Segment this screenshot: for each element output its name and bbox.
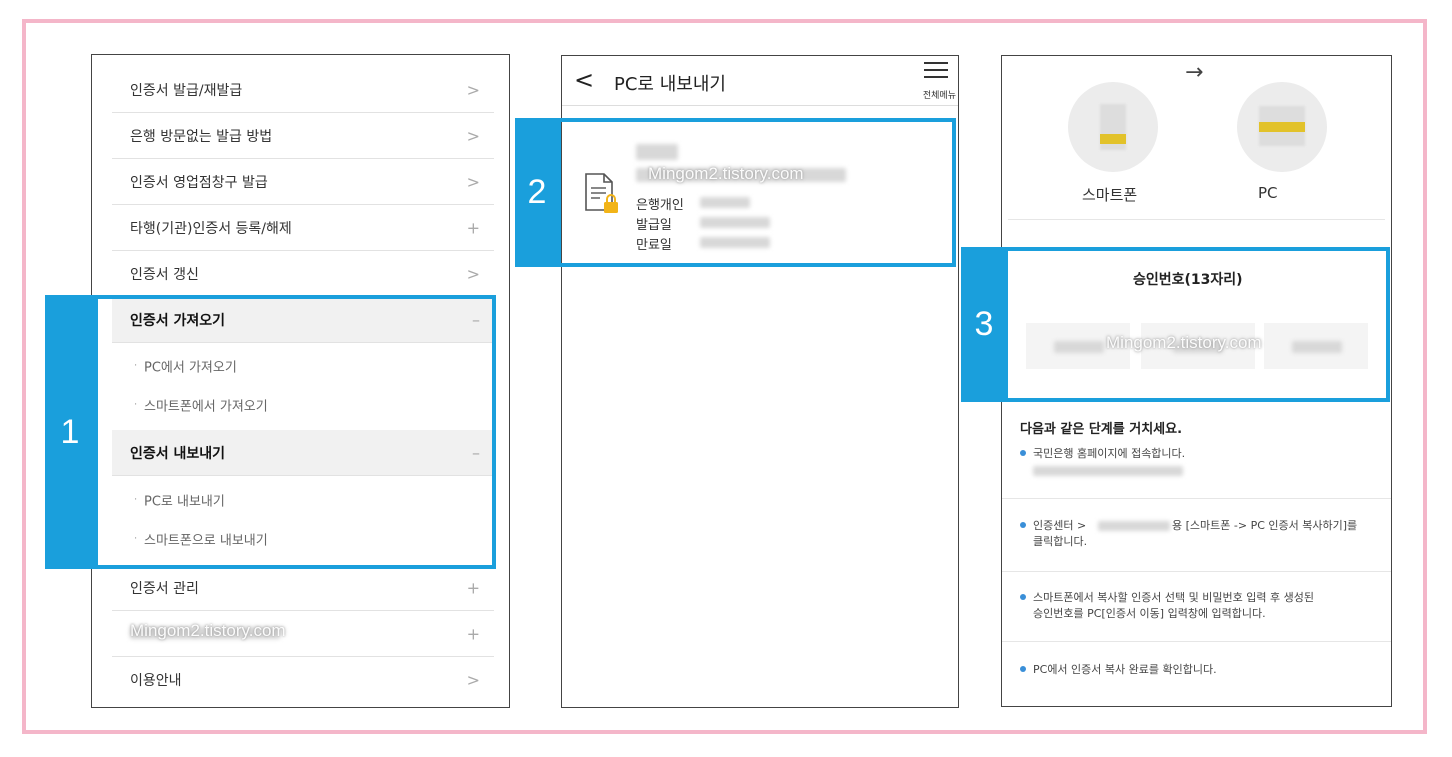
bullet-icon	[1020, 594, 1026, 600]
plus-icon: +	[466, 218, 480, 237]
highlight-box-2	[557, 118, 956, 267]
chevron-right-icon: >	[466, 80, 480, 99]
to-label: PC	[1258, 184, 1278, 202]
steps-title: 다음과 같은 단계를 거치세요.	[1020, 422, 1183, 437]
highlight-box-1	[94, 295, 496, 569]
chevron-right-icon: >	[466, 264, 480, 283]
watermark: Mingom2.tistory.com	[130, 621, 286, 640]
chevron-right-icon: >	[466, 172, 480, 191]
transfer-diagram	[1008, 62, 1385, 220]
arrow-right-icon: →	[1185, 60, 1204, 85]
menu-item-guide[interactable]: 이용안내 >	[112, 657, 494, 703]
header: < PC로 내보내기 전체메뉴	[562, 56, 958, 106]
bullet-icon	[1020, 522, 1026, 528]
smartphone-icon	[1068, 82, 1158, 172]
from-label: 스마트폰	[1082, 186, 1138, 204]
pc-icon	[1237, 82, 1327, 172]
plus-icon: +	[466, 624, 480, 643]
menu-item-manage[interactable]: 인증서 관리 +	[112, 565, 494, 611]
hamburger-menu-icon[interactable]	[924, 62, 948, 83]
back-icon[interactable]: <	[574, 66, 594, 94]
bullet-icon	[1020, 450, 1026, 456]
menu-item-issue[interactable]: 인증서 발급/재발급 >	[112, 67, 494, 113]
chevron-right-icon: >	[466, 670, 480, 690]
menu-item-branch-issue[interactable]: 인증서 영업점창구 발급 >	[112, 159, 494, 205]
step-badge-2: 2	[515, 118, 559, 267]
plus-icon: +	[466, 578, 480, 598]
bullet-icon	[1020, 666, 1026, 672]
menu-item-no-visit[interactable]: 은행 방문없는 발급 방법 >	[112, 113, 494, 159]
menu-item-blurred[interactable]: Mingom2.tistory.com +	[112, 611, 494, 657]
menu-label[interactable]: 전체메뉴	[923, 88, 956, 101]
step-badge-1: 1	[45, 295, 95, 569]
step-badge-3: 3	[961, 247, 1007, 402]
chevron-right-icon: >	[466, 126, 480, 145]
step-2: 인증센터 > 용 [스마트폰 -> PC 인증서 복사하기]를 클릭합니다.	[1020, 518, 1380, 558]
menu-item-other-bank[interactable]: 타행(기관)인증서 등록/해제 +	[112, 205, 494, 251]
highlight-box-3	[1004, 247, 1390, 402]
page-title: PC로 내보내기	[614, 74, 726, 95]
menu-item-renew[interactable]: 인증서 갱신 >	[112, 251, 494, 297]
